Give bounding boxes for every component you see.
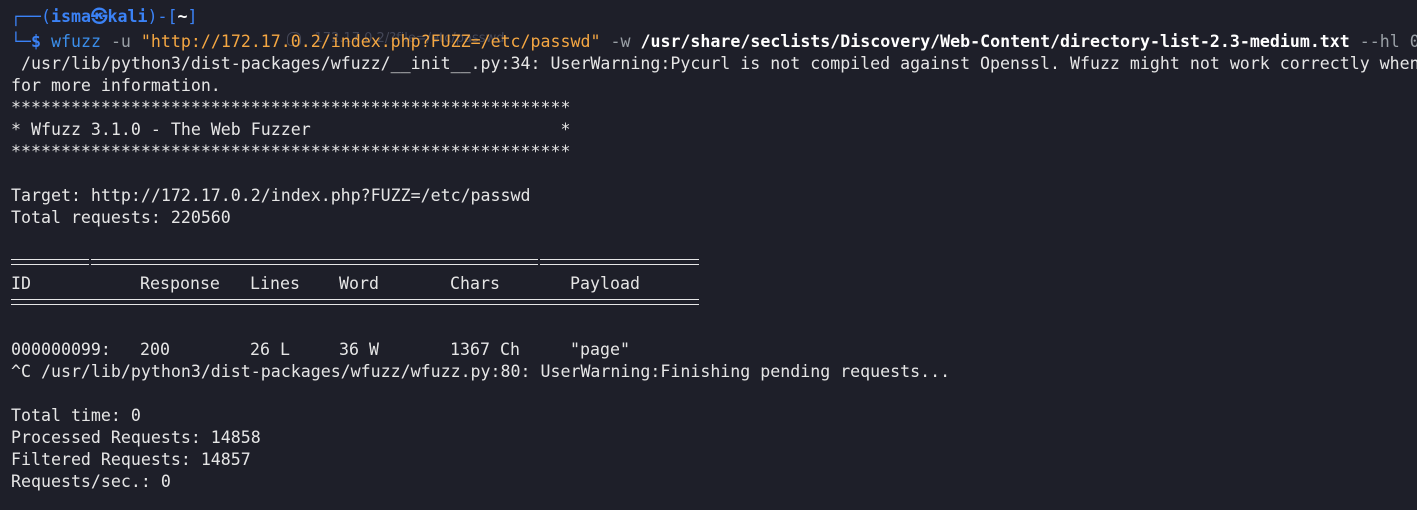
- col-header-response: Response: [140, 274, 220, 293]
- command-flag-hl: --hl 0: [1359, 32, 1417, 51]
- col-header-id: ID: [11, 274, 31, 293]
- row-response: 200: [140, 340, 170, 359]
- table-row: 000000099: 200 26 L 36 W 1367 Ch "page": [11, 339, 711, 361]
- row-lines: 26 L: [250, 340, 290, 359]
- prompt-mid: )-[: [147, 7, 178, 26]
- prompt-corner-top: ┌──(: [11, 7, 51, 26]
- table-header: ID Response Lines Word Chars Payload: [11, 273, 711, 295]
- processed-requests-line: Processed Requests: 14858: [11, 428, 261, 447]
- table-separator-bottom: [11, 299, 699, 305]
- prompt-line: ┌──(isma㉿kali)-[~]: [11, 6, 197, 28]
- prompt-host: kali: [107, 7, 148, 26]
- command-url: "http://172.17.0.2/index.php?FUZZ=/etc/p…: [140, 32, 601, 51]
- row-id: 000000099:: [11, 340, 111, 359]
- command-wordlist: /usr/share/seclists/Discovery/Web-Conten…: [640, 32, 1350, 51]
- warning-line: /usr/lib/python3/dist-packages/wfuzz/__i…: [11, 54, 1417, 73]
- filtered-requests-line: Filtered Requests: 14857: [11, 450, 251, 469]
- command-name: wfuzz: [50, 32, 101, 51]
- target-line: Target: http://172.17.0.2/index.php?FUZZ…: [11, 186, 531, 205]
- row-word: 36 W: [339, 340, 379, 359]
- terminal-window[interactable]: 172.17.0.2/?file=/etc/passwd ┌──(isma㉿ka…: [0, 0, 1417, 510]
- prompt-dollar: $: [30, 32, 41, 51]
- table-separator-top: [11, 259, 699, 265]
- row-chars: 1367 Ch: [450, 340, 520, 359]
- row-payload: "page": [570, 340, 630, 359]
- prompt-user: isma: [50, 7, 91, 26]
- warning-continuation: for more information.: [11, 76, 221, 95]
- command-flag-u: -u: [110, 32, 131, 51]
- prompt-end: ]: [187, 7, 198, 26]
- col-header-chars: Chars: [450, 274, 500, 293]
- col-header-lines: Lines: [250, 274, 300, 293]
- command-line[interactable]: └─$ wfuzz -u "http://172.17.0.2/index.ph…: [11, 31, 1417, 53]
- banner-bottom-border: ****************************************…: [11, 142, 571, 161]
- banner-title: * Wfuzz 3.1.0 - The Web Fuzzer *: [11, 120, 571, 139]
- total-time-line: Total time: 0: [11, 406, 141, 425]
- background-browser-tab: 172.17.0.2/?file=/etc/passwd: [270, 0, 504, 46]
- interrupt-line: ^C /usr/lib/python3/dist-packages/wfuzz/…: [11, 362, 951, 381]
- banner-top-border: ****************************************…: [11, 98, 571, 117]
- col-header-payload: Payload: [570, 274, 640, 293]
- total-requests-line: Total requests: 220560: [11, 208, 231, 227]
- prompt-directory: ~: [177, 7, 188, 26]
- requests-per-sec-line: Requests/sec.: 0: [11, 472, 171, 491]
- command-flag-w: -w: [610, 32, 631, 51]
- prompt-corner-bottom: └─: [11, 32, 31, 51]
- col-header-word: Word: [339, 274, 379, 293]
- prompt-at-symbol: ㉿: [90, 7, 108, 26]
